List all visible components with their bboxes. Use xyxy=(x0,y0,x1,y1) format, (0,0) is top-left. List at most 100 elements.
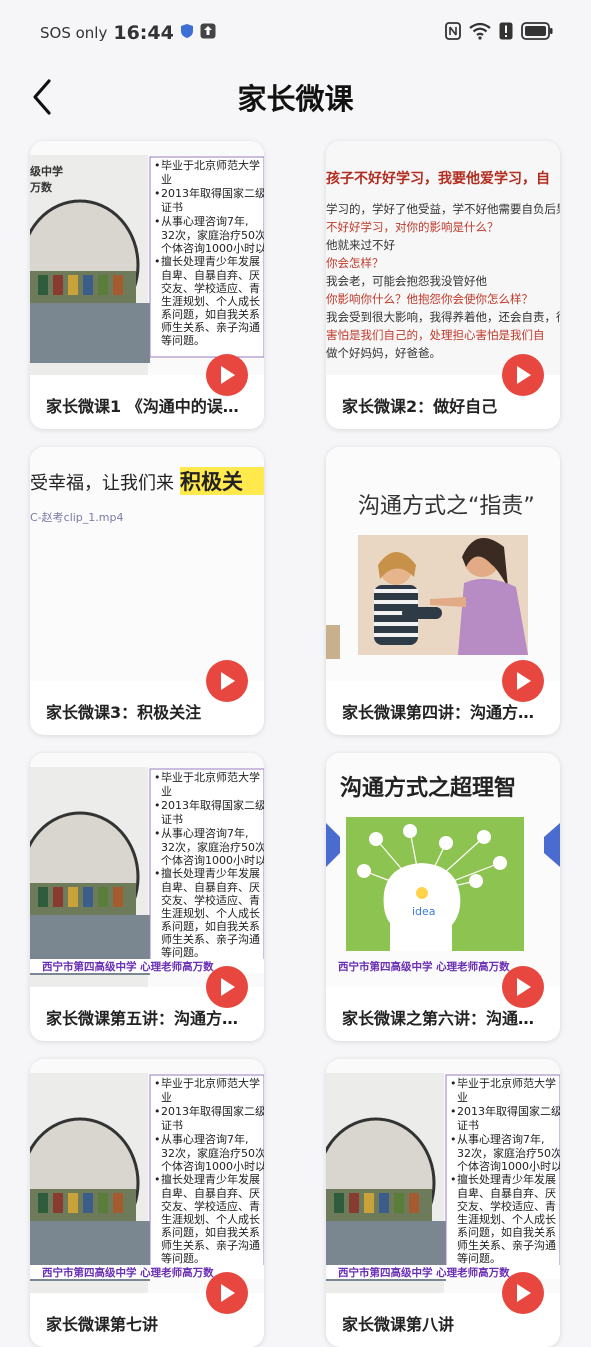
status-bar: SOS only 16:44 xyxy=(0,0,591,66)
bio-line: 证书 xyxy=(161,1119,183,1132)
bio-line: 2013年取得国家二级 xyxy=(457,1104,560,1118)
desk-item xyxy=(68,275,78,295)
bio-line: 交友、学校适应、青 xyxy=(161,1199,260,1213)
course-card[interactable]: 受幸福，让我们来 积极关 C-赵考clip_1.mp4 家长微课3：积极关注 xyxy=(30,447,264,735)
bio-line: 毕业于北京师范大学 xyxy=(457,1076,556,1090)
play-button[interactable] xyxy=(502,1272,544,1314)
course-card[interactable]: 沟通方式之“指责” 家长微课第四讲：沟通方式之指责 xyxy=(326,447,560,735)
course-thumbnail[interactable]: • 毕业于北京师范大学业 • 2013年取得国家二级 证书 • 从事心理咨询7年, 32次，家… xyxy=(30,1059,264,1293)
play-icon xyxy=(517,366,531,384)
play-icon xyxy=(517,672,531,690)
course-card[interactable]: • 毕业于北京师范大学业 • 2013年取得国家二级 证书 • 从事心理咨询7年, 32次，家… xyxy=(326,1059,560,1347)
bio-line: 自卑、自暴自弃、厌 xyxy=(457,1186,556,1200)
course-card[interactable]: 级中学 万数 • 毕业于北京师范大学业 • 2013年取得国家二级 证书 • 从事心理咨询7年,… xyxy=(30,141,264,429)
desk-item xyxy=(409,1193,419,1213)
thumbnail-graphic: 沟通方式之超理智 idea 西宁市第四高级中学 心理老师高万数 xyxy=(326,753,560,987)
bio-line: 从事心理咨询7年, xyxy=(161,1132,249,1146)
course-thumbnail[interactable]: 沟通方式之“指责” xyxy=(326,447,560,681)
bio-line: 32次，家庭治疗50次 xyxy=(161,840,264,854)
bio-line: 证书 xyxy=(161,201,183,214)
desk-item xyxy=(379,1193,389,1213)
bio-line: 从事心理咨询7年, xyxy=(457,1132,545,1146)
course-title: 家长微课第七讲 xyxy=(46,1315,159,1334)
play-icon xyxy=(221,1284,235,1302)
bullet: • xyxy=(154,867,161,880)
bio-line: 2013年取得国家二级 xyxy=(161,186,264,200)
bullet: • xyxy=(154,1173,161,1186)
bullet: • xyxy=(154,799,161,812)
bio-line: 2013年取得国家二级 xyxy=(161,1104,264,1118)
desk-item xyxy=(364,1193,374,1213)
desk-item xyxy=(83,275,93,295)
bio-line: 系问题，如自我关系 xyxy=(161,919,260,933)
bio-line: 从事心理咨询7年, xyxy=(161,826,249,840)
play-icon xyxy=(221,978,235,996)
nfc-icon xyxy=(445,22,461,44)
course-thumbnail[interactable]: 孩子不好好学习，我要他爱学习，自 学习的，学好了他受益，学不好他需要自负后果 不好好… xyxy=(326,141,560,375)
school-footer-text: 西宁市第四高级中学 心理老师高万数 xyxy=(42,1266,214,1279)
course-title: 家长微课第八讲 xyxy=(342,1315,455,1334)
bio-line: 个体咨询1000小时以 xyxy=(161,853,264,867)
thumbnail-graphic: • 毕业于北京师范大学业• 2013年取得国家二级证书• 从事心理咨询7年,32次，家… xyxy=(30,1059,264,1293)
bio-line: 个体咨询1000小时以 xyxy=(457,1159,560,1173)
bio-line: 等问题。 xyxy=(161,1251,205,1265)
bio-line: 等问题。 xyxy=(161,333,205,347)
alert-icon xyxy=(499,22,513,44)
wifi-icon xyxy=(469,22,491,44)
bio-line: 2013年取得国家二级 xyxy=(161,798,264,812)
play-button[interactable] xyxy=(206,966,248,1008)
bullet: • xyxy=(154,1133,161,1146)
course-card[interactable]: • 毕业于北京师范大学业 • 2013年取得国家二级 证书 • 从事心理咨询7年, 32次，家… xyxy=(30,753,264,1041)
back-button[interactable] xyxy=(22,74,62,120)
desk-item xyxy=(349,1193,359,1213)
child-stripe xyxy=(374,600,418,604)
idea-bubble xyxy=(439,836,453,850)
slide-line: 学习的，学好了他受益，学不好他需要自负后果 xyxy=(326,202,560,216)
bio-line: 毕业于北京师范大学 xyxy=(161,770,260,784)
desk-item xyxy=(38,275,48,295)
course-thumbnail[interactable]: • 毕业于北京师范大学业 • 2013年取得国家二级 证书 • 从事心理咨询7年, 32次，家… xyxy=(30,753,264,987)
course-thumbnail[interactable]: 受幸福，让我们来 积极关 C-赵考clip_1.mp4 xyxy=(30,447,264,681)
bio-line: 业 xyxy=(161,1091,172,1104)
course-card[interactable]: 孩子不好好学习，我要他爱学习，自 学习的，学好了他受益，学不好他需要自负后果 不好好… xyxy=(326,141,560,429)
header: 家长微课 xyxy=(0,66,591,128)
course-thumbnail[interactable]: 级中学 万数 • 毕业于北京师范大学业 • 2013年取得国家二级 证书 • 从事心理咨询7年,… xyxy=(30,141,264,375)
thumbnail-graphic: 沟通方式之“指责” xyxy=(326,447,560,681)
slide-link: C-赵考clip_1.mp4 xyxy=(30,510,123,524)
play-icon xyxy=(517,1284,531,1302)
bio-line: 师生关系、亲子沟通 xyxy=(161,932,260,946)
play-button[interactable] xyxy=(206,1272,248,1314)
course-title: 家长微课1 《沟通中的误区》 xyxy=(46,397,254,416)
bio-line: 擅长处理青少年发展 xyxy=(161,1172,260,1186)
play-button[interactable] xyxy=(502,966,544,1008)
child-stripe xyxy=(374,589,418,593)
thumbnail-graphic: • 毕业于北京师范大学业• 2013年取得国家二级证书• 从事心理咨询7年,32次，家… xyxy=(30,753,264,987)
play-button[interactable] xyxy=(502,354,544,396)
slide-line: 害怕是我们自己的，处理担心害怕是我们自 xyxy=(326,328,545,342)
school-footer-text: 西宁市第四高级中学 心理老师高万数 xyxy=(338,1266,510,1279)
desk-base xyxy=(30,303,150,363)
course-title: 家长微课2：做好自己 xyxy=(342,397,498,416)
play-button[interactable] xyxy=(206,354,248,396)
idea-bubble xyxy=(477,830,491,844)
bio-line: 等问题。 xyxy=(161,945,205,959)
play-button[interactable] xyxy=(502,660,544,702)
bio-line: 证书 xyxy=(457,1119,479,1132)
course-thumbnail[interactable]: 沟通方式之超理智 idea 西宁市第四高级中学 心理老师高万数 xyxy=(326,753,560,987)
bio-line: 系问题，如自我关系 xyxy=(161,1225,260,1239)
bio-line: 毕业于北京师范大学 xyxy=(161,1076,260,1090)
play-icon xyxy=(221,366,235,384)
course-card[interactable]: • 毕业于北京师范大学业 • 2013年取得国家二级 证书 • 从事心理咨询7年, 32次，家… xyxy=(30,1059,264,1347)
course-thumbnail[interactable]: • 毕业于北京师范大学业 • 2013年取得国家二级 证书 • 从事心理咨询7年, 32次，家… xyxy=(326,1059,560,1293)
bullet: • xyxy=(154,215,161,228)
desk-item xyxy=(53,887,63,907)
course-card[interactable]: 沟通方式之超理智 idea 西宁市第四高级中学 心理老师高万数 家长微课之第六讲：沟通… xyxy=(326,753,560,1041)
bio-line: 交友、学校适应、青 xyxy=(457,1199,556,1213)
bio-line: 业 xyxy=(457,1091,468,1104)
bio-line: 32次，家庭治疗50次 xyxy=(457,1146,560,1160)
bio-line: 生涯规划、个人成长 xyxy=(161,294,260,308)
play-button[interactable] xyxy=(206,660,248,702)
bio-line: 系问题，如自我关系 xyxy=(161,307,260,321)
bio-line: 自卑、自暴自弃、厌 xyxy=(161,268,260,282)
desk-item xyxy=(394,1193,404,1213)
